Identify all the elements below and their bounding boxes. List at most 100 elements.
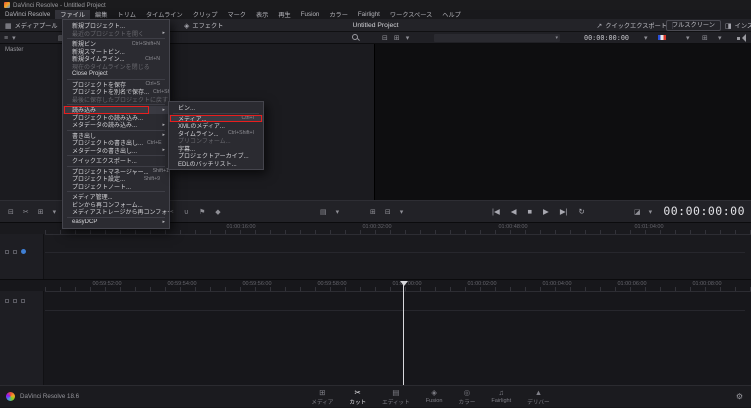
- file-menu-item[interactable]: 最後に保存したプロジェクトに戻す: [63, 96, 169, 103]
- menu-bar-item[interactable]: マーク: [222, 10, 251, 19]
- file-menu-item[interactable]: ビンから再コンフォーム...: [63, 201, 169, 208]
- viewer-mode-icon[interactable]: ⊞: [394, 34, 400, 42]
- timecode-dropdown[interactable]: ▾: [644, 32, 648, 44]
- menu-bar-item[interactable]: カラー: [324, 10, 353, 19]
- fullscreen-button[interactable]: フルスクリーン: [665, 20, 721, 31]
- file-menu-item[interactable]: メタデータの書き出し... ▸: [63, 147, 169, 154]
- menu-bar-item[interactable]: タイムライン: [141, 10, 188, 19]
- option-dropdown[interactable]: ▾: [686, 32, 690, 44]
- edit-tool-icon[interactable]: ⚑: [199, 208, 205, 216]
- file-menu-item[interactable]: Close Project: [63, 70, 169, 78]
- page-button[interactable]: ⊞ メディア: [311, 388, 333, 406]
- clip-tool-icon[interactable]: ⊞: [38, 208, 44, 216]
- grid-option-button[interactable]: ⊞: [702, 32, 708, 44]
- playback-control-icon[interactable]: ■: [528, 207, 533, 216]
- right-tool-icon[interactable]: ◪: [634, 208, 641, 216]
- clip-tool-icon[interactable]: ⊟: [8, 208, 14, 216]
- import-submenu-item[interactable]: メディア... Ctrl+I: [169, 114, 263, 122]
- menu-bar-item[interactable]: クリップ: [188, 10, 223, 19]
- file-menu-item[interactable]: プロジェクトを保存 Ctrl+S: [63, 81, 169, 88]
- menu-bar-item[interactable]: ワークスペース: [385, 10, 437, 19]
- track-enable-indicator[interactable]: [21, 249, 26, 254]
- file-menu-item[interactable]: 現在のタイムラインを閉じる: [63, 63, 169, 70]
- quick-export-button[interactable]: ↗ クイックエクスポート: [596, 19, 667, 32]
- track-solo-icon[interactable]: [21, 299, 25, 303]
- file-menu-item[interactable]: プロジェクトを別名で保存... Ctrl+Shift+S: [63, 88, 169, 96]
- file-menu-item[interactable]: プロジェクトノート...: [63, 183, 169, 190]
- misc-tool-icon[interactable]: ⊟: [385, 208, 391, 216]
- lower-timeline-ruler[interactable]: 00:59:52:00 00:59:54:00 00:59:56:00 00:59:5…: [45, 280, 751, 292]
- page-button[interactable]: ▤ エディット: [382, 388, 410, 406]
- page-button[interactable]: ◎ カラー: [459, 388, 476, 406]
- file-menu-item[interactable]: メディア管理...: [63, 193, 169, 200]
- menu-bar-item[interactable]: Fusion: [296, 10, 325, 19]
- media-pool-toggle-button[interactable]: ▦ メディアプール: [5, 19, 58, 32]
- menu-bar-item[interactable]: ファイル: [55, 10, 91, 19]
- edit-tool-icon[interactable]: ∪: [184, 208, 189, 216]
- bin-list-button[interactable]: ≡ ▾: [4, 32, 16, 44]
- view-tool-icon[interactable]: ▤: [320, 208, 327, 216]
- clip-tool-icon[interactable]: ▾: [53, 208, 57, 216]
- audio-meter-toggle-icon[interactable]: [737, 34, 746, 42]
- bin-name-label[interactable]: Master: [5, 47, 23, 53]
- inspector-button[interactable]: ◨ インスペクタ: [725, 19, 751, 32]
- import-submenu-item[interactable]: ビン...: [169, 104, 263, 111]
- clip-tool-icon[interactable]: ✂: [23, 208, 29, 216]
- file-menu-item[interactable]: プロジェクト設定... Shift+9: [63, 175, 169, 183]
- misc-tool-icon[interactable]: ▾: [400, 208, 404, 216]
- file-menu-item[interactable]: 新規スマートビン...: [63, 48, 169, 55]
- import-submenu-item[interactable]: EDLのバッチリスト...: [169, 160, 263, 167]
- playback-control-icon[interactable]: ◀: [511, 207, 517, 216]
- page-button[interactable]: ◈ Fusion: [426, 388, 443, 406]
- import-submenu-item[interactable]: XMLのメディア...: [169, 122, 263, 129]
- file-menu-item[interactable]: プロジェクトマネージャー... Shift+1: [63, 168, 169, 175]
- file-menu-item[interactable]: プロジェクトの読み込み...: [63, 114, 169, 121]
- flag-icon[interactable]: [658, 35, 666, 40]
- edit-tool-icon[interactable]: ◆: [215, 208, 220, 216]
- menu-bar-item[interactable]: 編集: [90, 10, 112, 19]
- menu-bar-item[interactable]: ヘルプ: [437, 10, 466, 19]
- file-menu-item[interactable]: 最近のプロジェクトを開く ▸: [63, 30, 169, 37]
- bin-list-icon[interactable]: ≡: [4, 35, 8, 42]
- file-menu-item[interactable]: 新規タイムライン... Ctrl+N: [63, 55, 169, 63]
- file-menu-item[interactable]: 読み込み ▸: [63, 106, 169, 114]
- file-menu-item[interactable]: クイックエクスポート...: [63, 157, 169, 164]
- upper-timeline[interactable]: 01:00:00:0001:00:16:0001:00:32:0001:00:4…: [0, 223, 751, 280]
- search-button[interactable]: [352, 32, 360, 44]
- right-tool-icon[interactable]: ▾: [649, 208, 653, 216]
- file-menu-item[interactable]: メタデータの読み込み... ▸: [63, 121, 169, 129]
- viewer-source-dropdown[interactable]: ▾: [434, 34, 560, 42]
- track-lock-icon[interactable]: [5, 299, 9, 303]
- file-menu-item[interactable]: プロジェクトの書き出し... Ctrl+E: [63, 139, 169, 147]
- more-option-button[interactable]: ▾: [718, 32, 722, 44]
- track-lock-icon[interactable]: [5, 249, 9, 254]
- page-button[interactable]: ♫ Fairlight: [491, 388, 511, 406]
- viewer-mode-icon[interactable]: ⊟: [382, 34, 388, 42]
- import-submenu-item[interactable]: 字幕...: [169, 145, 263, 152]
- playback-control-icon[interactable]: ▶|: [560, 207, 568, 216]
- menu-bar-item[interactable]: 表示: [251, 10, 273, 19]
- import-submenu-item[interactable]: タイムライン... Ctrl+Shift+I: [169, 130, 263, 137]
- bin-list-icon[interactable]: ▾: [12, 34, 16, 42]
- file-menu-item[interactable]: 書き出し ▸: [63, 132, 169, 139]
- page-button[interactable]: ▲ デリバー: [527, 388, 549, 406]
- track-mute-icon[interactable]: [13, 249, 17, 254]
- file-menu-item[interactable]: 新規ビン Ctrl+Shift+N: [63, 40, 169, 48]
- file-menu-item[interactable]: メディアストレージから再コンフォーム...: [63, 208, 169, 215]
- menu-bar-item[interactable]: トリム: [112, 10, 141, 19]
- viewer-mode-icon[interactable]: ▾: [406, 34, 410, 42]
- menu-bar-item[interactable]: DaVinci Resolve: [0, 10, 55, 19]
- menu-bar-item[interactable]: 再生: [273, 10, 295, 19]
- effects-toggle-button[interactable]: ◈ エフェクト: [184, 19, 223, 32]
- playhead[interactable]: [399, 281, 408, 385]
- playback-control-icon[interactable]: ↻: [579, 207, 585, 216]
- gear-icon[interactable]: ⚙: [736, 386, 743, 408]
- import-submenu-item[interactable]: プロジェクトアーカイブ...: [169, 152, 263, 159]
- import-submenu-item[interactable]: プリコンフォーム...: [169, 137, 263, 144]
- viewer-mode-buttons[interactable]: ⊟ ⊞ ▾: [382, 32, 409, 44]
- file-menu-item[interactable]: easyDCP ▸: [63, 219, 169, 227]
- misc-tool-icon[interactable]: ⊞: [370, 208, 376, 216]
- page-button[interactable]: ✂ カット: [349, 388, 366, 406]
- playback-control-icon[interactable]: ▶: [543, 207, 549, 216]
- track-mute-icon[interactable]: [13, 299, 17, 303]
